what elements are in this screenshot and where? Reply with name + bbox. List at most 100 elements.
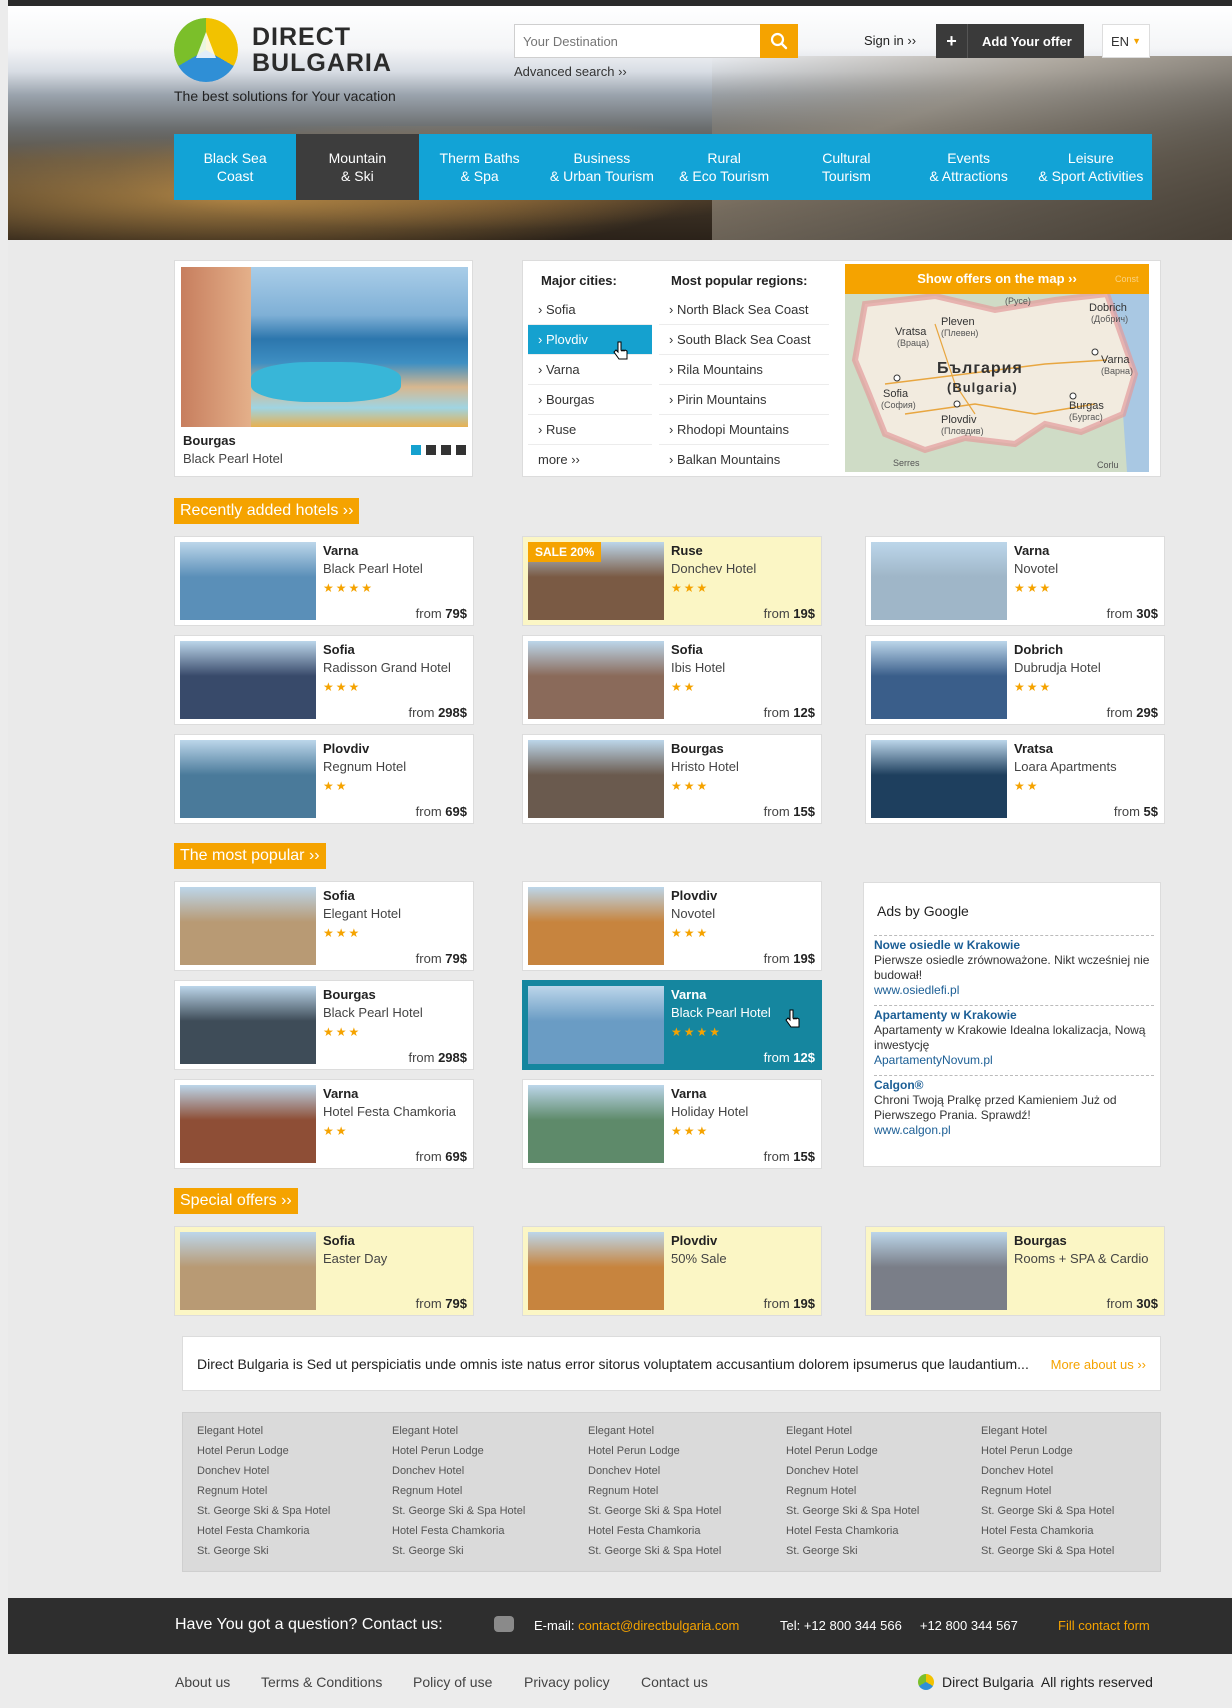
hotel-card[interactable]: Dobrich Dubrudja Hotel ★★★ from 29$ [865,635,1165,725]
hotel-card[interactable]: Vratsa Loara Apartments ★★ from 5$ [865,734,1165,824]
hotel-link[interactable]: Hotel Festa Chamkoria [981,1521,1114,1541]
hotel-link[interactable]: Hotel Festa Chamkoria [786,1521,919,1541]
add-offer-button[interactable]: + Add Your offer [936,24,1084,58]
hotel-photo[interactable] [528,740,664,818]
footer-link[interactable]: Policy of use [413,1674,492,1690]
hotel-card[interactable]: Sofia Elegant Hotel ★★★ from 79$ [174,881,474,971]
recent-hotels-heading[interactable]: Recently added hotels ›› [174,498,360,524]
region-link[interactable]: › Balkan Mountains [659,445,829,475]
hotel-photo[interactable] [180,1085,316,1163]
hotel-link[interactable]: St. George Ski & Spa Hotel [588,1501,721,1521]
slider-dot[interactable] [411,445,421,455]
hotel-photo[interactable] [528,1232,664,1310]
hotel-photo[interactable] [871,542,1007,620]
hotel-card[interactable]: Sofia Easter Day from 79$ [174,1226,474,1316]
more-about-link[interactable]: More about us ›› [1051,1357,1146,1372]
hotel-link[interactable]: Hotel Perun Lodge [197,1441,330,1461]
hotel-link[interactable]: Regnum Hotel [981,1481,1114,1501]
hotel-photo[interactable] [528,986,664,1064]
footer-link[interactable]: Terms & Conditions [261,1674,382,1690]
hotel-link[interactable]: Regnum Hotel [588,1481,721,1501]
hotel-card[interactable]: Varna Hotel Festa Chamkoria ★★ from 69$ [174,1079,474,1169]
hotel-photo[interactable] [528,887,664,965]
show-offers-on-map-button[interactable]: Show offers on the map ›› [845,264,1149,294]
hotel-link[interactable]: St. George Ski & Spa Hotel [392,1501,525,1521]
hotel-photo[interactable] [871,1232,1007,1310]
hotel-photo[interactable] [180,986,316,1064]
hotel-link[interactable]: Regnum Hotel [392,1481,525,1501]
nav-item[interactable]: Events & Attractions [908,134,1030,200]
hotel-link[interactable]: Hotel Festa Chamkoria [588,1521,721,1541]
hotel-photo[interactable] [528,641,664,719]
hotel-link[interactable]: Regnum Hotel [786,1481,919,1501]
hotel-photo[interactable] [180,542,316,620]
nav-item[interactable]: Business & Urban Tourism [541,134,663,200]
hotel-photo[interactable] [180,740,316,818]
ad-item[interactable]: Apartamenty w Krakowie Apartamenty w Krak… [874,1005,1154,1068]
search-button[interactable] [760,24,798,58]
hotel-card[interactable]: Varna Black Pearl Hotel ★★★★ from 12$ [522,980,822,1070]
hotel-photo[interactable] [180,641,316,719]
hotel-card[interactable]: Sofia Radisson Grand Hotel ★★★ from 298$ [174,635,474,725]
hotel-link[interactable]: St. George Ski & Spa Hotel [981,1501,1114,1521]
nav-item[interactable]: Rural & Eco Tourism [663,134,785,200]
logo-icon[interactable] [174,18,238,82]
slider-dot[interactable] [426,445,436,455]
region-link[interactable]: › Pirin Mountains [659,385,829,415]
hotel-photo[interactable] [871,740,1007,818]
ad-item[interactable]: Nowe osiedle w Krakowie Pierwsze osiedle … [874,935,1154,998]
fill-contact-form-link[interactable]: Fill contact form [1058,1618,1150,1633]
hotel-photo[interactable] [180,887,316,965]
hotel-link[interactable]: St. George Ski & Spa Hotel [786,1501,919,1521]
footer-link[interactable]: About us [175,1674,230,1690]
popular-hotels-heading[interactable]: The most popular ›› [174,843,326,869]
footer-link[interactable]: Privacy policy [524,1674,610,1690]
hotel-link[interactable]: St. George Ski & Spa Hotel [588,1541,721,1561]
hotel-link[interactable]: St. George Ski & Spa Hotel [197,1501,330,1521]
region-link[interactable]: › Rhodopi Mountains [659,415,829,445]
hotel-link[interactable]: Elegant Hotel [392,1421,525,1441]
hotel-link[interactable]: Hotel Perun Lodge [588,1441,721,1461]
city-link[interactable]: › Sofia [528,295,652,325]
hotel-link[interactable]: Hotel Festa Chamkoria [197,1521,330,1541]
city-link[interactable]: › Varna [528,355,652,385]
ad-url[interactable]: www.calgon.pl [874,1123,1154,1138]
hotel-link[interactable]: Elegant Hotel [588,1421,721,1441]
city-link[interactable]: › Ruse [528,415,652,445]
hotel-link[interactable]: Regnum Hotel [197,1481,330,1501]
ad-url[interactable]: www.osiedlefi.pl [874,983,1154,998]
featured-photo[interactable] [181,267,468,427]
hotel-photo[interactable] [871,641,1007,719]
hotel-card[interactable]: Sofia Ibis Hotel ★★ from 12$ [522,635,822,725]
nav-item[interactable]: Therm Baths & Spa [419,134,541,200]
hotel-link[interactable]: Hotel Perun Lodge [981,1441,1114,1461]
nav-item[interactable]: Mountain & Ski [296,134,419,200]
ad-item[interactable]: Calgon® Chroni Twoją Pralkę przed Kamieni… [874,1075,1154,1138]
sign-in-link[interactable]: Sign in ›› [864,33,916,48]
hotel-card[interactable]: Plovdiv 50% Sale from 19$ [522,1226,822,1316]
hotel-photo[interactable] [180,1232,316,1310]
hotel-card[interactable]: Bourgas Black Pearl Hotel ★★★ from 298$ [174,980,474,1070]
hotel-link[interactable]: Elegant Hotel [981,1421,1114,1441]
city-link[interactable]: › Plovdiv [528,325,652,355]
slider-dot[interactable] [441,445,451,455]
ad-title[interactable]: Nowe osiedle w Krakowie [874,938,1154,953]
bulgaria-map[interactable]: Show offers on the map ›› България (Bulg… [845,264,1149,472]
hotel-link[interactable]: Donchev Hotel [392,1461,525,1481]
language-select[interactable]: EN ▼ [1102,24,1150,58]
hotel-card[interactable]: Varna Holiday Hotel ★★★ from 15$ [522,1079,822,1169]
destination-input[interactable] [515,25,760,57]
ad-url[interactable]: ApartamentyNovum.pl [874,1053,1154,1068]
hotel-link[interactable]: Elegant Hotel [786,1421,919,1441]
hotel-link[interactable]: St. George Ski [197,1541,330,1561]
hotel-link[interactable]: Donchev Hotel [981,1461,1114,1481]
ad-title[interactable]: Apartamenty w Krakowie [874,1008,1154,1023]
city-link[interactable]: › Bourgas [528,385,652,415]
email-link[interactable]: contact@directbulgaria.com [578,1618,739,1633]
hotel-link[interactable]: Donchev Hotel [588,1461,721,1481]
hotel-card[interactable]: Varna Novotel ★★★ from 30$ [865,536,1165,626]
hotel-link[interactable]: Donchev Hotel [786,1461,919,1481]
hotel-card[interactable]: Plovdiv Regnum Hotel ★★ from 69$ [174,734,474,824]
hotel-card[interactable]: Bourgas Rooms + SPA & Cardio from 30$ [865,1226,1165,1316]
region-link[interactable]: › North Black Sea Coast [659,295,829,325]
